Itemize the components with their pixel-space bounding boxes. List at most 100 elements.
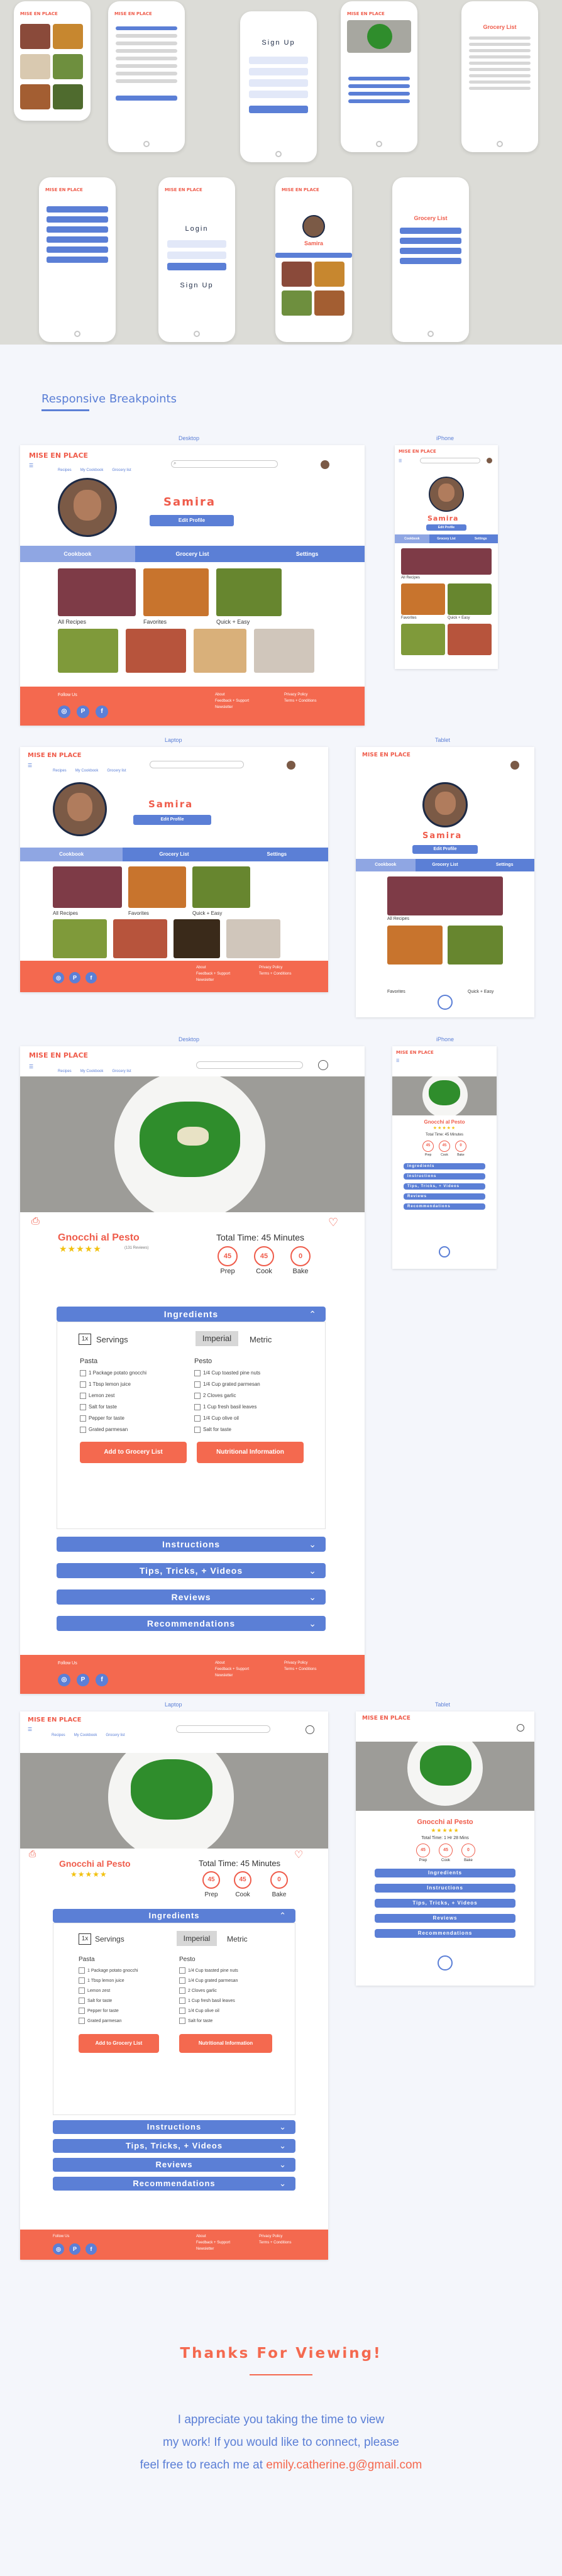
logo[interactable]: MISE EN PLACE	[28, 752, 81, 759]
nav-grocery-list[interactable]: Grocery list	[112, 468, 131, 472]
nav-my-cookbook[interactable]: My Cookbook	[80, 1070, 104, 1073]
recipe-thumb[interactable]	[448, 583, 492, 615]
logo[interactable]: MISE EN PLACE	[362, 1715, 410, 1722]
pinterest-icon[interactable]: P	[77, 705, 89, 718]
recipe-thumb[interactable]	[53, 919, 107, 958]
ingredient-item[interactable]: 2 Cloves garlic	[179, 1987, 217, 1994]
print-icon[interactable]: ⎙	[31, 1216, 40, 1227]
recipe-thumb[interactable]	[126, 629, 186, 673]
edit-profile-button[interactable]: Edit Profile	[412, 845, 478, 854]
instagram-icon[interactable]: ◎	[58, 705, 70, 718]
instagram-icon[interactable]: ◎	[58, 1674, 70, 1686]
contact-email-link[interactable]: emily.catherine.g@gmail.com	[266, 2458, 422, 2472]
tab-settings[interactable]: Settings	[226, 848, 328, 861]
recipe-thumb[interactable]	[174, 919, 220, 958]
instructions-header[interactable]: Instructions	[404, 1173, 485, 1180]
category-quick-easy[interactable]: Quick + Easy	[448, 616, 470, 620]
recipe-thumb[interactable]	[387, 926, 443, 965]
ingredient-item[interactable]: Pepper for taste	[79, 2008, 119, 2014]
pinterest-icon[interactable]: P	[77, 1674, 89, 1686]
menu-icon[interactable]: ☰	[396, 1059, 399, 1063]
footer-newsletter[interactable]: Newsletter	[215, 1674, 233, 1678]
nav-recipes[interactable]: Recipes	[58, 1070, 72, 1073]
tab-settings[interactable]: Settings	[250, 546, 365, 562]
search-input[interactable]	[196, 1061, 303, 1069]
reviews-header[interactable]: Reviews ⌄	[57, 1589, 326, 1605]
recipe-thumb[interactable]	[448, 926, 503, 965]
menu-icon[interactable]: ☰	[29, 1064, 33, 1070]
metric-toggle[interactable]: Metric	[250, 1335, 272, 1344]
recommendations-header[interactable]: Recommendations ⌄	[57, 1616, 326, 1631]
search-input[interactable]	[420, 458, 480, 463]
heart-icon[interactable]: ♡	[328, 1216, 338, 1229]
recipe-thumb[interactable]	[254, 629, 314, 673]
category-all-recipes[interactable]: All Recipes	[387, 917, 409, 921]
ingredient-item[interactable]: Lemon zest	[80, 1393, 114, 1399]
facebook-icon[interactable]: f	[96, 705, 108, 718]
category-all-recipes[interactable]: All Recipes	[58, 619, 86, 625]
ingredient-item[interactable]: 1 Tbsp lemon juice	[79, 1977, 124, 1984]
nav-my-cookbook[interactable]: My Cookbook	[74, 1733, 97, 1737]
tab-cookbook[interactable]: Cookbook	[395, 534, 429, 543]
recipe-thumb[interactable]	[401, 624, 445, 655]
recipe-thumb[interactable]	[401, 583, 445, 615]
pinterest-icon[interactable]: P	[69, 2243, 80, 2255]
user-icon[interactable]	[318, 1060, 328, 1070]
recipe-thumb[interactable]	[192, 866, 250, 908]
heart-icon[interactable]: ♡	[294, 1849, 303, 1861]
footer-about[interactable]: About	[215, 1661, 225, 1665]
ingredient-item[interactable]: 1/4 Cup olive oil	[194, 1415, 239, 1422]
category-all-recipes[interactable]: All Recipes	[53, 910, 78, 916]
ingredient-item[interactable]: Salt for taste	[179, 2018, 212, 2024]
recipe-thumb[interactable]	[226, 919, 280, 958]
tab-grocery-list[interactable]: Grocery List	[123, 848, 225, 861]
ingredients-header[interactable]: Ingredients	[404, 1163, 485, 1169]
category-all-recipes[interactable]: All Recipes	[401, 576, 420, 580]
reviews-header[interactable]: Reviews	[404, 1193, 485, 1200]
ingredient-item[interactable]: 1/4 Cup toasted pine nuts	[179, 1967, 238, 1974]
search-input[interactable]	[176, 1725, 270, 1733]
tips-header[interactable]: Tips, Tricks, + Videos ⌄	[53, 2139, 295, 2153]
footer-about[interactable]: About	[196, 2235, 206, 2238]
search-input[interactable]	[150, 761, 244, 768]
category-quick-easy[interactable]: Quick + Easy	[216, 619, 250, 625]
rating-stars[interactable]: ★★★★★	[392, 1125, 497, 1130]
recipe-thumb[interactable]	[401, 548, 492, 575]
recipe-thumb[interactable]	[58, 629, 118, 673]
menu-icon[interactable]: ☰	[28, 1727, 32, 1732]
menu-icon[interactable]: ☰	[29, 463, 33, 468]
tab-grocery-list[interactable]: Grocery List	[135, 546, 250, 562]
category-quick-easy[interactable]: Quick + Easy	[468, 990, 493, 994]
footer-about[interactable]: About	[215, 693, 225, 697]
tab-cookbook[interactable]: Cookbook	[20, 546, 135, 562]
nav-my-cookbook[interactable]: My Cookbook	[75, 769, 99, 773]
facebook-icon[interactable]: f	[85, 972, 97, 983]
rating-stars[interactable]: ★★★★★	[59, 1244, 102, 1254]
tab-grocery-list[interactable]: Grocery List	[429, 534, 464, 543]
recipe-thumb[interactable]	[128, 866, 186, 908]
tab-grocery-list[interactable]: Grocery List	[416, 859, 475, 871]
footer-feedback[interactable]: Feedback + Support	[215, 699, 249, 703]
reviews-header[interactable]: Reviews ⌄	[53, 2158, 295, 2172]
user-icon[interactable]	[517, 1724, 524, 1732]
recipe-thumb[interactable]	[387, 876, 503, 915]
edit-profile-button[interactable]: Edit Profile	[150, 515, 234, 526]
ingredient-item[interactable]: 1/4 Cup grated parmesan	[179, 1977, 238, 1984]
footer-privacy[interactable]: Privacy Policy	[284, 693, 307, 697]
nav-recipes[interactable]: Recipes	[53, 769, 67, 773]
logo[interactable]: MISE EN PLACE	[29, 1051, 88, 1059]
ingredient-item[interactable]: 1 Package potato gnocchi	[79, 1967, 138, 1974]
ingredients-header[interactable]: Ingredients ⌃	[53, 1909, 295, 1923]
print-icon[interactable]: ⎙	[29, 1849, 36, 1859]
rating-stars[interactable]: ★★★★★	[356, 1827, 534, 1834]
footer-terms[interactable]: Terms + Conditions	[259, 2241, 292, 2245]
footer-terms[interactable]: Terms + Conditions	[259, 972, 292, 976]
instagram-icon[interactable]: ◎	[53, 972, 64, 983]
nav-grocery-list[interactable]: Grocery list	[107, 769, 126, 773]
footer-feedback[interactable]: Feedback + Support	[196, 2241, 230, 2245]
ingredient-item[interactable]: 1 Tbsp lemon juice	[80, 1381, 131, 1388]
ingredient-item[interactable]: 1 Cup fresh basil leaves	[179, 1998, 235, 2004]
nutrition-button[interactable]: Nutritional Information	[197, 1442, 304, 1463]
ingredient-item[interactable]: 1/4 Cup toasted pine nuts	[194, 1370, 260, 1376]
tips-header[interactable]: Tips, Tricks, + Videos ⌄	[57, 1563, 326, 1578]
